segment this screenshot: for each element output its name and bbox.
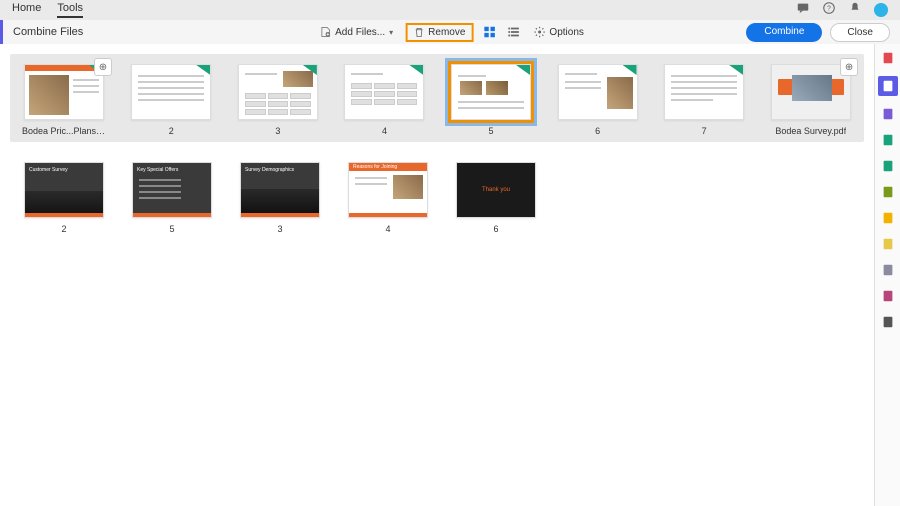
tab-tools[interactable]: Tools (57, 2, 83, 18)
thumbnail[interactable] (238, 64, 318, 120)
app-topbar: Home Tools ? (0, 0, 900, 20)
thumbnail[interactable] (24, 64, 104, 120)
grid-view-button[interactable] (481, 24, 497, 40)
thumbnail[interactable] (131, 64, 211, 120)
page-item[interactable]: 4 (343, 64, 426, 136)
svg-text:?: ? (827, 5, 831, 12)
remove-label: Remove (428, 27, 465, 38)
page-item[interactable]: 5 (450, 64, 533, 136)
page-number: 5 (169, 224, 174, 234)
combine-toolbar: Combine Files Add Files... ▾ Remove Opti… (0, 20, 900, 44)
page-item[interactable]: Key Special Offers 5 (130, 162, 214, 234)
options-label: Options (549, 27, 583, 38)
organize-icon[interactable] (880, 158, 896, 174)
file-group-expanded: ⊕ Bodea Pric...Plans.pptx 2 3 4 5 (10, 54, 864, 142)
options-button[interactable]: Options (529, 24, 587, 40)
export-pdf-icon[interactable] (880, 50, 896, 66)
page-number: 3 (277, 224, 282, 234)
chevron-down-icon: ▾ (389, 28, 393, 37)
page-title: Combine Files (13, 26, 83, 38)
add-files-label: Add Files... (335, 27, 385, 38)
thumbnail-canvas[interactable]: ⊕ Bodea Pric...Plans.pptx 2 3 4 5 (0, 44, 874, 506)
thumbnail[interactable]: Customer Survey (24, 162, 104, 218)
list-view-button[interactable] (505, 24, 521, 40)
bell-icon[interactable] (848, 1, 862, 20)
thumbnail[interactable] (664, 64, 744, 120)
page-number: 3 (275, 126, 280, 136)
combine-button[interactable]: Combine (746, 23, 822, 42)
compress-icon[interactable] (880, 184, 896, 200)
file-item[interactable]: ⊕ Bodea Pric...Plans.pptx (22, 64, 106, 136)
thumbnail[interactable] (771, 64, 851, 120)
add-files-button[interactable]: Add Files... ▾ (315, 24, 397, 40)
close-button[interactable]: Close (830, 23, 890, 42)
top-tabs: Home Tools (12, 2, 83, 18)
page-number: 2 (169, 126, 174, 136)
thumbnail[interactable]: Survey Demographics (240, 162, 320, 218)
page-item[interactable]: 2 (130, 64, 213, 136)
page-number: 4 (385, 224, 390, 234)
expand-icon[interactable]: ⊕ (94, 58, 112, 76)
page-item[interactable]: 7 (663, 64, 746, 136)
page-item[interactable]: 3 (237, 64, 320, 136)
redact-icon[interactable] (880, 314, 896, 330)
page-item[interactable]: Reasons for Joining 4 (346, 162, 430, 234)
thumbnail[interactable]: Key Special Offers (132, 162, 212, 218)
shield-icon[interactable] (880, 262, 896, 278)
main-area: ⊕ Bodea Pric...Plans.pptx 2 3 4 5 (0, 44, 900, 506)
help-icon[interactable]: ? (822, 1, 836, 20)
thumbnail[interactable]: Reasons for Joining (348, 162, 428, 218)
thumbnail[interactable]: Thank you (456, 162, 536, 218)
page-item[interactable]: 6 (556, 64, 639, 136)
page-number: 2 (61, 224, 66, 234)
thumbnail[interactable] (558, 64, 638, 120)
file-label: Bodea Pric...Plans.pptx (22, 126, 106, 136)
edit-pdf-icon[interactable] (880, 106, 896, 122)
page-number: 5 (489, 126, 494, 136)
remove-button[interactable]: Remove (405, 23, 473, 42)
page-item[interactable]: Customer Survey 2 (22, 162, 106, 234)
expand-icon[interactable]: ⊕ (840, 58, 858, 76)
page-item[interactable]: Survey Demographics 3 (238, 162, 322, 234)
top-right-icons: ? (796, 1, 888, 20)
thumbnail-selected[interactable] (451, 64, 531, 120)
file-group-2: Customer Survey 2 Key Special Offers 5 S… (10, 162, 864, 234)
chat-icon[interactable] (796, 1, 810, 20)
avatar[interactable] (874, 3, 888, 17)
export-icon[interactable] (880, 132, 896, 148)
page-number: 4 (382, 126, 387, 136)
tab-home[interactable]: Home (12, 2, 41, 18)
page-number: 7 (702, 126, 707, 136)
page-number: 6 (595, 126, 600, 136)
thumbnail[interactable] (344, 64, 424, 120)
protect-icon[interactable] (880, 236, 896, 252)
file-item[interactable]: ⊕ Bodea Survey.pdf (769, 64, 852, 136)
right-rail (874, 44, 900, 506)
comment-icon[interactable] (880, 210, 896, 226)
combine-icon[interactable] (878, 76, 898, 96)
file-label: Bodea Survey.pdf (775, 126, 846, 136)
page-number: 6 (493, 224, 498, 234)
sign-icon[interactable] (880, 288, 896, 304)
page-item[interactable]: Thank you 6 (454, 162, 538, 234)
